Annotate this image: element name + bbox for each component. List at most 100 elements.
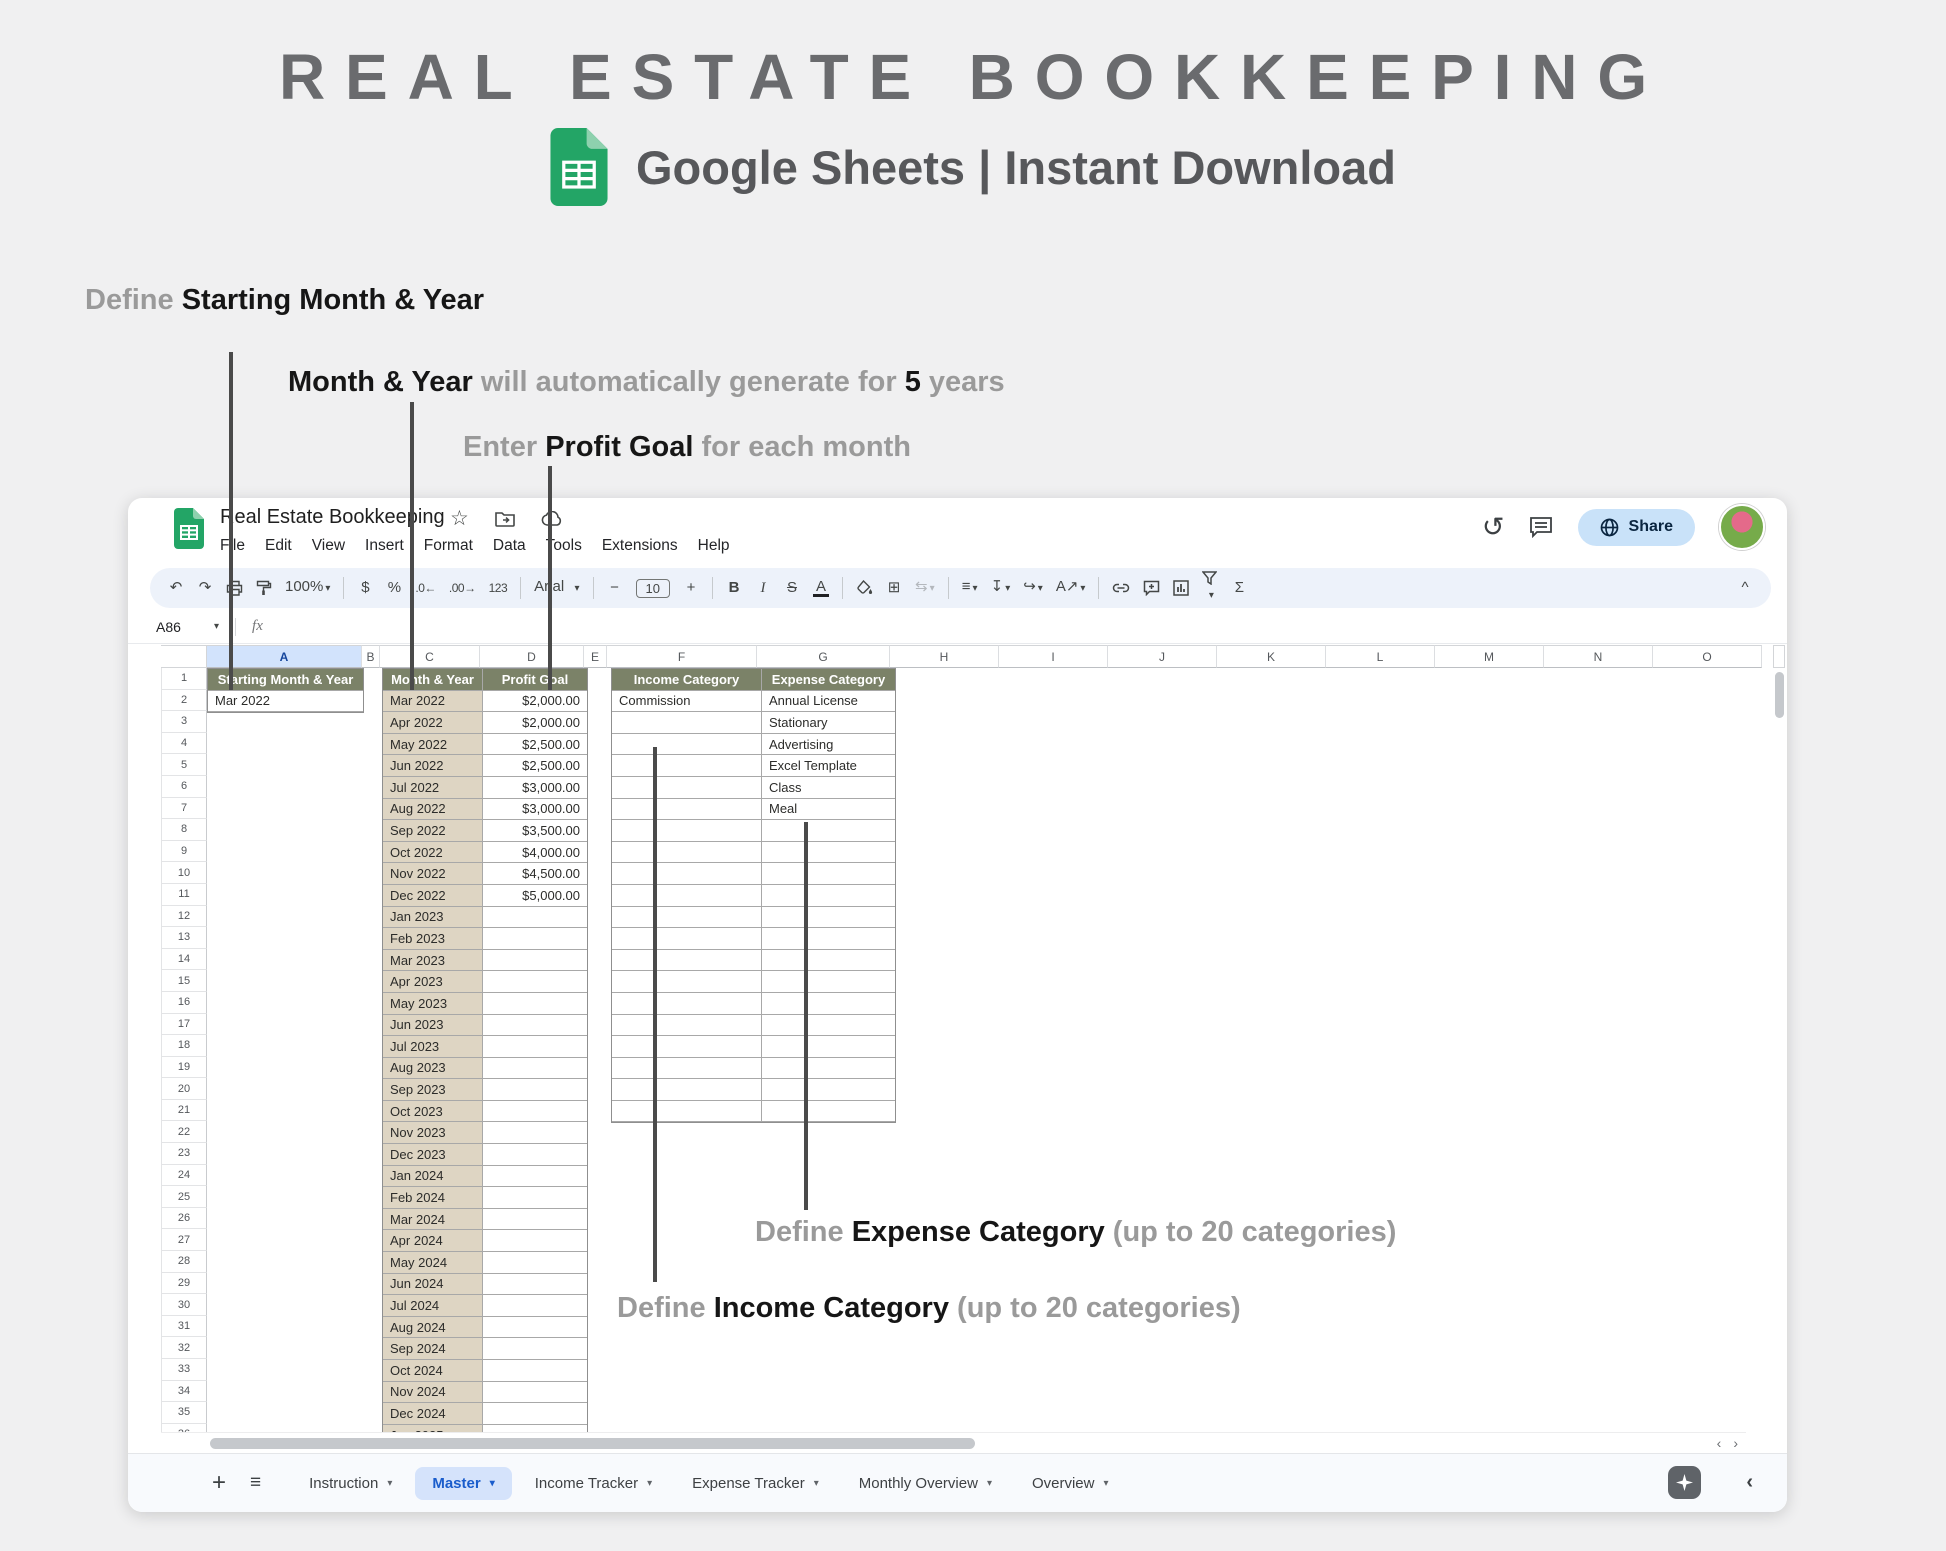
row-header-18[interactable]: 18: [161, 1035, 207, 1057]
row-header-19[interactable]: 19: [161, 1057, 207, 1079]
cell-profit-goal[interactable]: [483, 1230, 587, 1252]
cell-profit-goal[interactable]: [483, 1274, 587, 1296]
menu-help[interactable]: Help: [688, 534, 740, 558]
star-icon[interactable]: ☆: [450, 508, 469, 529]
column-header-O[interactable]: O: [1653, 645, 1762, 668]
cell-profit-goal[interactable]: [483, 1122, 587, 1144]
cell-month[interactable]: Mar 2022: [383, 691, 483, 713]
cell-month[interactable]: Oct 2022: [383, 842, 483, 864]
cell-month[interactable]: May 2023: [383, 993, 483, 1015]
cell-month[interactable]: Jun 2022: [383, 755, 483, 777]
column-header-E[interactable]: E: [584, 645, 607, 668]
row-header-35[interactable]: 35: [161, 1402, 207, 1424]
zoom-select[interactable]: 100%▾: [285, 578, 330, 598]
insert-link-icon[interactable]: [1112, 583, 1130, 593]
cell-expense-category[interactable]: [762, 842, 895, 864]
cell-income-category[interactable]: [612, 971, 762, 993]
column-header-D[interactable]: D: [480, 645, 584, 668]
row-header-22[interactable]: 22: [161, 1121, 207, 1143]
column-header-J[interactable]: J: [1108, 645, 1217, 668]
cell-month[interactable]: May 2024: [383, 1252, 483, 1274]
cell-income-category[interactable]: [612, 885, 762, 907]
cell-profit-goal[interactable]: $4,500.00: [483, 863, 587, 885]
header-expense-category[interactable]: Expense Category: [762, 669, 895, 691]
row-header-24[interactable]: 24: [161, 1165, 207, 1187]
cell-expense-category[interactable]: [762, 863, 895, 885]
tab-menu-caret-icon[interactable]: ▾: [387, 1478, 392, 1489]
cell-income-category[interactable]: [612, 1058, 762, 1080]
row-header-29[interactable]: 29: [161, 1273, 207, 1295]
italic-icon[interactable]: I: [755, 579, 771, 597]
filter-icon[interactable]: ▾: [1202, 571, 1218, 605]
cell-expense-category[interactable]: [762, 1058, 895, 1080]
cell-profit-goal[interactable]: [483, 1425, 587, 1432]
row-header-14[interactable]: 14: [161, 949, 207, 971]
text-rotate-icon[interactable]: A↗▾: [1056, 578, 1086, 598]
cell-income-category[interactable]: [612, 1079, 762, 1101]
horizontal-scrollbar-thumb[interactable]: [210, 1438, 975, 1449]
name-box-caret-icon[interactable]: ▾: [214, 621, 219, 632]
cell-profit-goal[interactable]: [483, 1058, 587, 1080]
cell-income-category[interactable]: [612, 777, 762, 799]
column-header-B[interactable]: B: [362, 645, 380, 668]
fill-color-icon[interactable]: [856, 580, 873, 596]
tab-menu-caret-icon[interactable]: ▾: [490, 1478, 495, 1489]
row-header-26[interactable]: 26: [161, 1208, 207, 1230]
cell-profit-goal[interactable]: [483, 1144, 587, 1166]
row-header-23[interactable]: 23: [161, 1143, 207, 1165]
cell-income-category[interactable]: [612, 993, 762, 1015]
horizontal-scrollbar[interactable]: ‹ ›: [161, 1432, 1746, 1455]
number-format-icon[interactable]: 123: [489, 579, 508, 597]
cell-month[interactable]: Jan 2025: [383, 1425, 483, 1432]
row-header-16[interactable]: 16: [161, 992, 207, 1014]
cell-profit-goal[interactable]: [483, 993, 587, 1015]
row-header-17[interactable]: 17: [161, 1014, 207, 1036]
cell-profit-goal[interactable]: [483, 1101, 587, 1123]
formula-fx-icon[interactable]: fx: [252, 618, 263, 635]
cell-profit-goal[interactable]: [483, 1015, 587, 1037]
percent-format-icon[interactable]: %: [386, 579, 402, 597]
merge-cells-icon[interactable]: ⇆▾: [915, 578, 935, 598]
column-header-N[interactable]: N: [1544, 645, 1653, 668]
comments-icon[interactable]: [1529, 516, 1554, 538]
cell-month[interactable]: Nov 2024: [383, 1382, 483, 1404]
cell-month[interactable]: Aug 2023: [383, 1058, 483, 1080]
cell-income-category[interactable]: [612, 842, 762, 864]
functions-icon[interactable]: Σ: [1231, 579, 1247, 597]
cell-expense-category[interactable]: [762, 907, 895, 929]
cell-expense-category[interactable]: Class: [762, 777, 895, 799]
cell-profit-goal[interactable]: $2,000.00: [483, 712, 587, 734]
cell-profit-goal[interactable]: [483, 1317, 587, 1339]
header-month-year[interactable]: Month & Year: [383, 669, 483, 691]
borders-icon[interactable]: ⊞: [886, 579, 902, 597]
cell-month[interactable]: Feb 2024: [383, 1187, 483, 1209]
column-header-M[interactable]: M: [1435, 645, 1544, 668]
menu-edit[interactable]: Edit: [255, 534, 302, 558]
row-header-33[interactable]: 33: [161, 1359, 207, 1381]
cell-income-category[interactable]: [612, 1101, 762, 1123]
cell-expense-category[interactable]: Stationary: [762, 712, 895, 734]
text-wrap-icon[interactable]: ↪▾: [1023, 578, 1043, 598]
cell-expense-category[interactable]: [762, 950, 895, 972]
insert-comment-icon[interactable]: [1143, 580, 1160, 596]
cell-month[interactable]: Dec 2024: [383, 1403, 483, 1425]
decrease-font-size-icon[interactable]: −: [607, 579, 623, 597]
vertical-align-icon[interactable]: ↧▾: [991, 578, 1011, 598]
cell-month[interactable]: Jul 2024: [383, 1295, 483, 1317]
cell-income-category[interactable]: [612, 907, 762, 929]
cell-month[interactable]: Jul 2023: [383, 1036, 483, 1058]
cell-month[interactable]: Apr 2023: [383, 971, 483, 993]
cell-profit-goal[interactable]: [483, 1295, 587, 1317]
move-folder-icon[interactable]: [495, 510, 515, 527]
row-header-2[interactable]: 2: [161, 690, 207, 712]
vertical-scrollbar[interactable]: [1773, 645, 1785, 1432]
strikethrough-icon[interactable]: S: [784, 579, 800, 597]
sheets-file-icon[interactable]: [174, 508, 204, 549]
cell-profit-goal[interactable]: [483, 1166, 587, 1188]
cell-month[interactable]: Dec 2022: [383, 885, 483, 907]
row-header-34[interactable]: 34: [161, 1381, 207, 1403]
cell-expense-category[interactable]: Excel Template: [762, 755, 895, 777]
row-header-25[interactable]: 25: [161, 1186, 207, 1208]
row-header-20[interactable]: 20: [161, 1078, 207, 1100]
header-income-category[interactable]: Income Category: [612, 669, 762, 691]
